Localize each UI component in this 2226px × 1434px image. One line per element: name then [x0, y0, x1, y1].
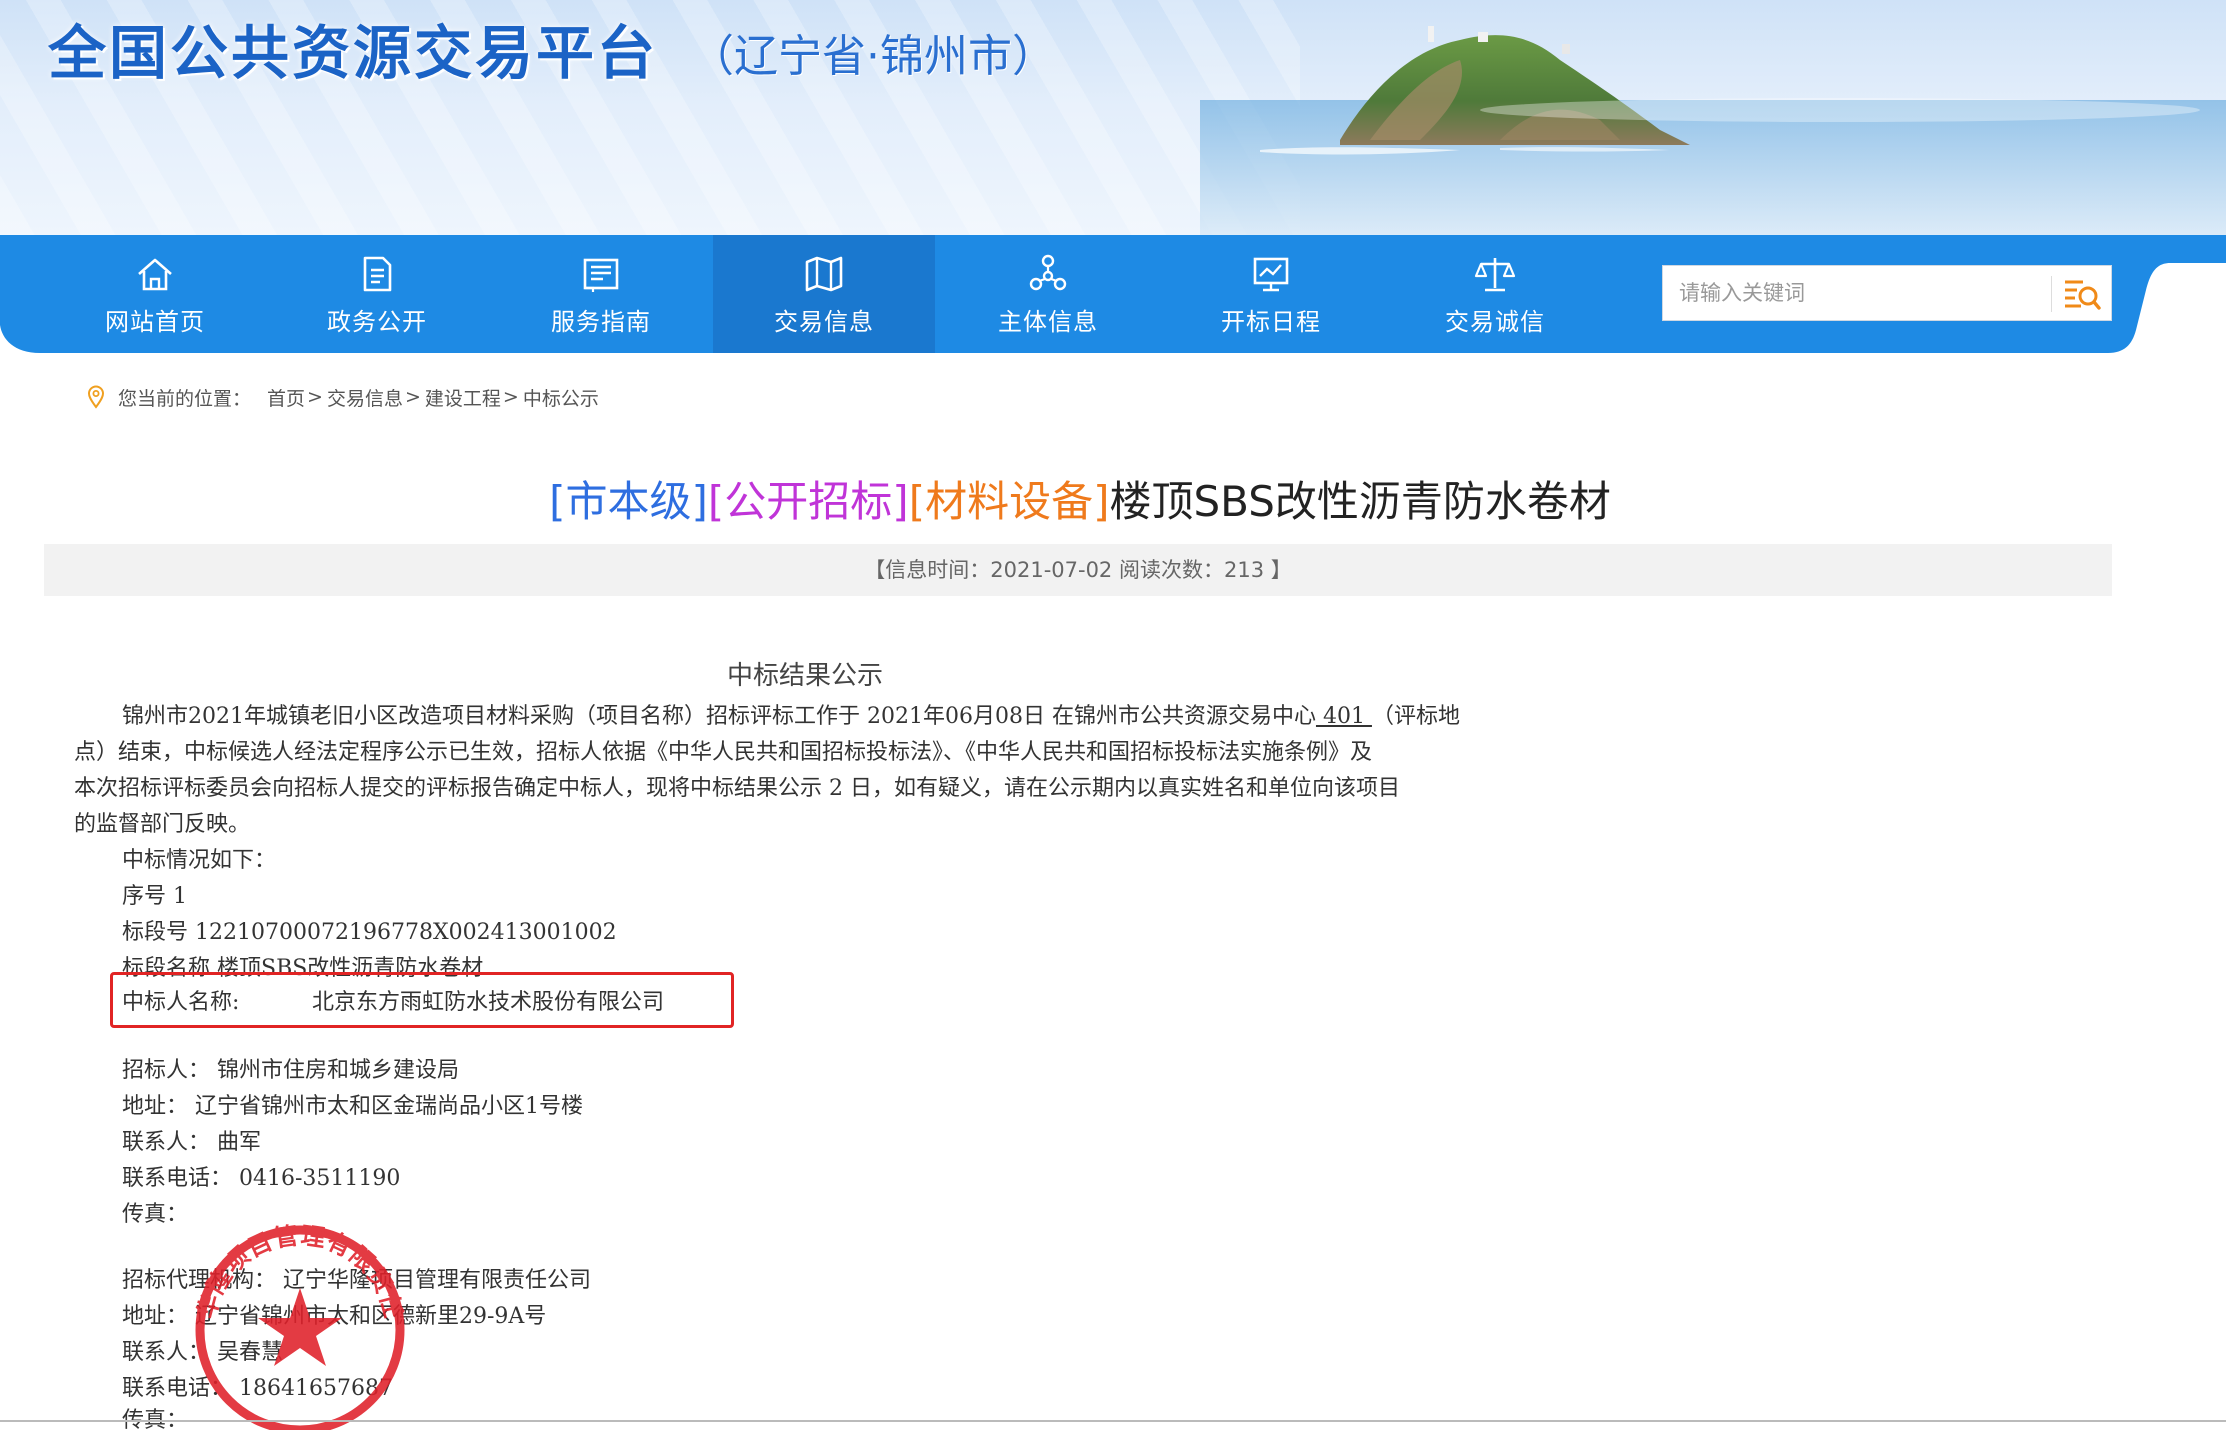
nav-item-credit[interactable]: 交易诚信 [1384, 235, 1606, 353]
main-nav: 网站首页 政务公开 服务指南 交易信息 主体信息 开标日程 交易诚信 请输入关键… [0, 235, 2226, 353]
scale-icon [1474, 257, 1516, 291]
doc-paragraph-text: （评标地 [1371, 704, 1460, 729]
svg-text:辽宁华隆项目管理有限责任公司: 辽宁华隆项目管理有限责任公司 [180, 1210, 408, 1322]
doc-intro: 中标情况如下： [122, 848, 277, 873]
doc-tenderer-contact: 联系人： 曲军 [122, 1130, 261, 1155]
doc-heading: 中标结果公示 [726, 661, 883, 691]
article-title: [市本级][公开招标][材料设备]楼顶SBS改性沥青防水卷材 [0, 468, 2160, 529]
nav-label: 开标日程 [1221, 307, 1321, 336]
breadcrumb: 您当前的位置： 首页 > 交易信息 > 建设工程 > 中标公示 [86, 382, 599, 412]
search-input[interactable] [1663, 266, 2048, 320]
search-box [1662, 265, 2112, 321]
breadcrumb-trade-info[interactable]: 交易信息 [327, 384, 403, 411]
title-tag-open-tender: [公开招标] [707, 477, 909, 526]
site-subtitle: （辽宁省·锦州市） [690, 31, 1056, 82]
breadcrumb-separator: > [502, 386, 519, 408]
doc-paragraph-line: 锦州市2021年城镇老旧小区改造项目材料采购（项目名称）招标评标工作于 2021… [122, 698, 1460, 730]
island-landscape-image [1200, 26, 2226, 235]
breadcrumb-home[interactable]: 首页 [267, 384, 305, 411]
breadcrumb-award-notice[interactable]: 中标公示 [523, 384, 599, 411]
nav-label: 政务公开 [327, 307, 427, 336]
search-list-icon[interactable] [2059, 272, 2103, 316]
doc-tenderer-address: 地址： 辽宁省锦州市太和区金瑞尚品小区1号楼 [122, 1094, 583, 1119]
breadcrumb-separator: > [307, 386, 323, 408]
nav-item-trade-info[interactable]: 交易信息 [713, 235, 935, 353]
doc-agent-fax: 传真： [122, 1408, 189, 1433]
doc-paragraph-line: 本次招标评标委员会向招标人提交的评标报告确定中标人，现将中标结果公示 2 日，如… [74, 776, 1400, 801]
doc-tenderer: 招标人： 锦州市住房和城乡建设局 [122, 1058, 459, 1083]
winner-highlight-box [110, 972, 734, 1028]
seal-text: 辽宁华隆项目管理有限责任公司 [180, 1210, 407, 1322]
nav-item-home[interactable]: 网站首页 [44, 235, 266, 353]
network-icon [1029, 254, 1067, 290]
doc-room-number: 401 [1315, 704, 1372, 729]
title-tag-materials: [材料设备] [908, 477, 1110, 526]
nav-item-service-guide[interactable]: 服务指南 [490, 235, 712, 353]
site-title: 全国公共资源交易平台 [48, 19, 659, 87]
nav-label: 网站首页 [105, 307, 205, 336]
search-divider [2051, 276, 2052, 312]
doc-seq: 序号 1 [122, 884, 187, 909]
company-seal-stamp: 辽宁华隆项目管理有限责任公司 [180, 1210, 408, 1430]
breadcrumb-separator: > [404, 386, 421, 408]
nav-item-bid-schedule[interactable]: 开标日程 [1160, 235, 1382, 353]
breadcrumb-label: 您当前的位置： [118, 387, 252, 410]
nav-label: 服务指南 [551, 307, 651, 336]
doc-tenderer-fax: 传真： [122, 1202, 189, 1227]
header-banner: 全国公共资源交易平台 （辽宁省·锦州市） [0, 0, 2226, 235]
doc-paragraph-line: 的监督部门反映。 [74, 812, 251, 837]
breadcrumb-construction[interactable]: 建设工程 [425, 384, 501, 411]
map-icon [805, 256, 843, 291]
doc-section-no: 标段号 12210700072196778X002413001002 [122, 920, 617, 945]
bottom-divider [0, 1420, 2226, 1422]
home-icon [138, 258, 172, 290]
chart-board-icon [1253, 257, 1289, 291]
nav-label: 主体信息 [998, 307, 1098, 336]
guide-icon [583, 258, 619, 292]
nav-label: 交易诚信 [1445, 307, 1545, 336]
document-icon [363, 256, 392, 291]
title-tag-city: [市本级] [549, 477, 708, 526]
nav-label: 交易信息 [774, 307, 874, 336]
article-meta: 【信息时间：2021-07-02 阅读次数：213 】 [44, 544, 2112, 596]
doc-paragraph-text: 锦州市2021年城镇老旧小区改造项目材料采购（项目名称）招标评标工作于 2021… [122, 704, 1316, 729]
location-pin-icon [87, 385, 105, 409]
doc-tenderer-phone: 联系电话： 0416-3511190 [122, 1166, 401, 1191]
nav-item-entity-info[interactable]: 主体信息 [937, 235, 1159, 353]
nav-item-gov-info[interactable]: 政务公开 [266, 235, 488, 353]
title-main: 楼顶SBS改性沥青防水卷材 [1109, 477, 1611, 526]
doc-paragraph-line: 点）结束，中标候选人经法定程序公示已生效，招标人依据《中华人民共和国招标投标法》… [74, 740, 1373, 765]
